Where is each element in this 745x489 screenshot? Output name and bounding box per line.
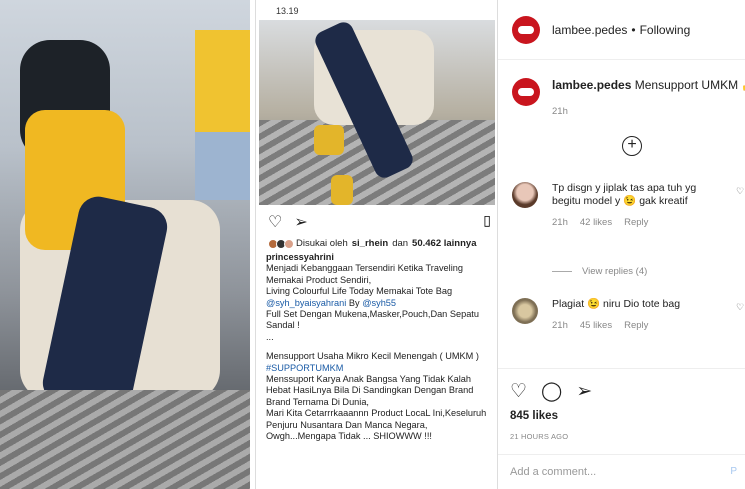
comment-text: Plagiat 😉 niru Dio tote bag [552,298,681,310]
caption-line: Hebat HasiLnya Bila Di Sandingkan Dengan… [266,385,474,396]
comment-meta: 21h 42 likes Reply [552,216,712,229]
caption-line: Menssuport Karya Anak Bangsa Yang Tidak … [266,374,471,385]
phone-action-bar: ♡ ➢ [268,212,308,232]
caption-line: Living Colourful Life Today Memakai Tote… [266,286,453,297]
following-button[interactable]: Following [640,23,691,37]
hashtag-link[interactable]: #SUPPORTUMKM [266,363,494,374]
reply-button[interactable]: Reply [624,319,648,332]
phone-post-photo [259,20,495,205]
tote-bag [195,30,250,200]
liked-by-line: Disukai oleh si_rhein dan 50.462 lainnya [268,238,476,249]
comment-meta: 21h 45 likes Reply [552,319,712,332]
liked-by-count-link[interactable]: 50.462 lainnya [412,238,476,249]
mention-link[interactable]: @syh_byaisyahrani [266,298,346,308]
comment-icon[interactable]: ◯ [541,380,562,403]
header-username[interactable]: lambee.pedes [552,23,627,37]
comment-time: 21h [552,217,568,228]
lips-logo-icon [518,25,534,34]
caption-line: Mensupport Usaha Mikro Kecil Menengah ( … [266,351,479,362]
patterned-floor [0,390,250,489]
send-icon[interactable]: ➢ [294,212,307,232]
status-time: 13.19 [276,6,299,16]
phone-screenshot: 13.19 ♡ ➢ ▯ Disukai oleh si_rhein dan 50… [255,0,497,489]
comment-time: 21h [552,320,568,331]
post-header: lambee.pedes • Following [498,0,745,60]
post-photo-left [0,0,250,489]
caption-line: Menjadi Kebanggaan Tersendiri Ketika Tra… [266,263,463,274]
add-comment-input[interactable]: Add a comment... [498,454,745,489]
heart-icon[interactable]: ♡ [736,186,744,197]
comment-likes[interactable]: 42 likes [580,216,612,229]
caption-comment: lambee.pedes Mensupport UMKM 👍 21h [512,78,745,117]
heart-icon[interactable]: ♡ [736,302,744,313]
comment-text: Mensupport UMKM 👍 [634,78,745,92]
instagram-comments-panel: lambee.pedes • Following lambee.pedes Me… [497,0,745,489]
caption-line: Mari Kita Cetarrrkaaannn Product LocaL I… [266,408,487,419]
comment-time: 21h [552,106,568,117]
separator-dot: • [631,22,636,37]
caption-line: Brand Ternama Di Dunia, [266,396,369,407]
heart-icon[interactable]: ♡ [268,212,282,232]
post-comment-button[interactable]: P [730,466,737,477]
send-icon[interactable]: ➢ [576,380,592,403]
avatar[interactable] [512,182,538,208]
avatar[interactable] [512,78,540,106]
heart-icon[interactable]: ♡ [510,380,527,403]
lips-logo-icon [518,88,534,96]
view-replies-link[interactable]: View replies (4) [552,266,647,277]
post-action-bar: ♡ ◯ ➢ [510,380,592,403]
post-timestamp: 21 HOURS AGO [510,432,569,441]
reply-button[interactable]: Reply [624,216,648,229]
caption-line: Full Set Dengan Mukena,Masker,Pouch,Dan … [266,309,479,320]
phone-status-bar: 13.19 [256,0,497,22]
comment-username[interactable]: lambee.pedes [552,78,631,92]
shoe [331,175,353,205]
caption-line: Memakai Product Sendiri, [266,274,372,285]
bookmark-icon[interactable]: ▯ [483,212,491,229]
shoe [314,125,344,155]
caption-line: Owgh...Mengapa Tidak ... SHIOWWW !!! [266,431,432,442]
caption-username[interactable]: princessyahrini [266,252,494,263]
caption-line: Penjuru Nusantara Dan Manca Negara, [266,419,428,430]
divider [498,368,745,369]
caption-line: @syh_byaisyahrani By @syh55 [266,297,397,308]
comment-likes[interactable]: 45 likes [580,319,612,332]
caption-line: ... [266,331,274,342]
avatar[interactable] [512,15,540,44]
load-more-comments-icon[interactable]: + [622,136,642,156]
comment-item: Plagiat 😉 niru Dio tote bag 21h 45 likes… [512,298,744,332]
avatar[interactable] [512,298,538,324]
divider [552,271,572,272]
liked-by-user-link[interactable]: si_rhein [352,238,388,249]
comment-text: Tp disgn y jiplak tas apa tuh yg begitu … [552,182,697,207]
comment-item: Tp disgn y jiplak tas apa tuh yg begitu … [512,182,744,229]
mention-link[interactable]: @syh55 [362,298,396,308]
likes-count[interactable]: 845 likes [510,410,558,422]
post-caption: princessyahrini Menjadi Kebanggaan Terse… [266,252,494,443]
caption-line: Sandal ! [266,320,300,331]
liker-avatars [268,238,294,249]
